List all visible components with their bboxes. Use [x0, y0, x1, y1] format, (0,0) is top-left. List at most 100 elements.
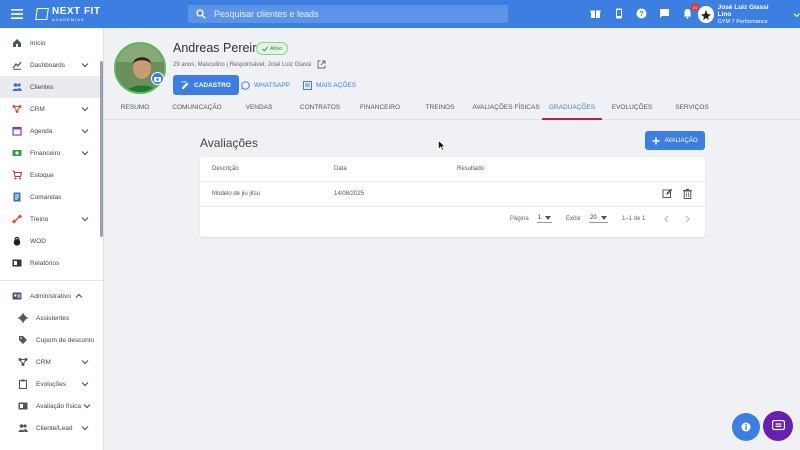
help-icon[interactable]: ? — [634, 6, 648, 20]
list-icon — [303, 80, 312, 90]
sidebar-item-agenda[interactable]: Agenda — [0, 120, 103, 142]
chevron-down-icon — [81, 107, 89, 112]
more-actions-label: MAIS AÇÕES — [316, 81, 357, 89]
page-select[interactable]: 1 — [536, 215, 553, 223]
whatsapp-button[interactable]: WHATSAPP — [241, 75, 290, 95]
page-label: Página — [510, 216, 529, 222]
sidebar-item-label: Início — [30, 39, 46, 47]
report-icon — [18, 401, 28, 411]
client-avatar[interactable] — [114, 42, 166, 94]
sidebar: Início Dashboards Clientes CRM Agenda Fi… — [0, 28, 104, 450]
add-avaliacao-button[interactable]: AVALIAÇÃO — [645, 131, 705, 150]
more-actions-button[interactable]: MAIS AÇÕES — [303, 75, 356, 95]
trash-icon[interactable] — [682, 188, 693, 199]
chevron-down-icon — [81, 217, 89, 222]
svg-text:?: ? — [639, 11, 643, 18]
sidebar-item-label: Clientes — [30, 83, 54, 91]
column-header-descricao[interactable]: Descrição — [212, 166, 239, 172]
tab-resumo[interactable]: RESUMO — [104, 98, 166, 120]
sidebar-item-label: Treino — [30, 215, 49, 223]
tab-financeiro[interactable]: FINANCEIRO — [350, 98, 410, 120]
kettlebell-icon — [12, 236, 22, 246]
sidebar-item-treino[interactable]: Treino — [0, 208, 103, 230]
chevron-left-icon[interactable] — [663, 215, 670, 223]
page-range: 1–1 de 1 — [622, 216, 646, 222]
sidebar-item-comandas[interactable]: Comandas — [0, 186, 103, 208]
sidebar-item-label: Assistentes — [36, 314, 70, 322]
sidebar-scrollbar[interactable] — [100, 61, 103, 237]
sidebar-item-admin-crm[interactable]: CRM — [0, 351, 103, 373]
search-input[interactable]: Pesquisar clientes e leads — [188, 5, 508, 23]
sidebar-item-assistentes[interactable]: Assistentes — [0, 307, 103, 329]
menu-icon[interactable] — [0, 0, 34, 28]
section-title: Avaliações — [200, 136, 258, 150]
mobile-app-icon[interactable] — [611, 6, 625, 20]
tab-comunicacao[interactable]: COMUNICAÇÃO — [166, 98, 228, 120]
cadastro-label: CADASTRO — [194, 81, 231, 89]
table-row[interactable]: Modelo de jiu jitsu 14/08/2025 — [200, 182, 705, 207]
sidebar-item-estoque[interactable]: Estoque — [0, 164, 103, 186]
sidebar-item-label: Agenda — [30, 127, 53, 135]
sidebar-item-cliente-lead[interactable]: Cliente/Lead — [0, 417, 103, 439]
page-size-select[interactable]: 20 — [589, 215, 608, 223]
sidebar-item-financeiro[interactable]: Financeiro — [0, 142, 103, 164]
gift-icon[interactable] — [588, 6, 602, 20]
tab-evolucoes[interactable]: EVOLUÇÕES — [602, 98, 662, 120]
add-avaliacao-label: AVALIAÇÃO — [664, 137, 698, 144]
table-header: Descrição Data Resultado — [200, 157, 705, 182]
chevron-down-icon — [81, 382, 89, 387]
sidebar-item-clientes[interactable]: Clientes — [0, 76, 103, 98]
sidebar-item-inicio[interactable]: Início — [0, 32, 103, 54]
sidebar-item-evolucoes[interactable]: Evoluções — [0, 373, 103, 395]
user-menu[interactable]: José Luiz Giassi Lino GYM 7 Performance — [698, 4, 800, 25]
people-icon — [12, 82, 22, 92]
status-badge: Ativo — [256, 42, 289, 55]
whatsapp-icon — [241, 80, 250, 90]
sidebar-item-administrativo[interactable]: Administrativo — [0, 285, 103, 307]
tab-vendas[interactable]: VENDAS — [228, 98, 290, 120]
gear-icon — [18, 313, 28, 323]
sidebar-item-label: Estoque — [30, 171, 54, 179]
whatsapp-label: WHATSAPP — [254, 81, 290, 89]
gym-logo-icon — [698, 6, 714, 24]
tab-avaliacoes-fisicas[interactable]: AVALIAÇÕES FÍSICAS — [470, 98, 542, 120]
edit-icon[interactable] — [662, 188, 673, 199]
sidebar-item-label: WOD — [30, 237, 46, 245]
cart-icon — [12, 170, 22, 180]
info-fab-button[interactable] — [732, 413, 760, 441]
tab-graduacoes[interactable]: GRADUAÇÕES — [542, 98, 602, 120]
info-icon — [741, 422, 751, 432]
tab-servicos[interactable]: SERVIÇOS — [662, 98, 722, 120]
sidebar-item-label: Comandas — [30, 193, 62, 201]
avaliacoes-table: Descrição Data Resultado Modelo de jiu j… — [200, 157, 705, 237]
cadastro-button[interactable]: CADASTRO — [173, 75, 239, 95]
tab-contratos[interactable]: CONTRATOS — [290, 98, 350, 120]
chat-icon[interactable] — [657, 6, 671, 20]
search-placeholder: Pesquisar clientes e leads — [214, 9, 319, 19]
sidebar-item-label: Evoluções — [36, 380, 66, 388]
camera-icon[interactable] — [151, 72, 164, 85]
external-link-icon[interactable] — [317, 60, 326, 69]
sidebar-item-label: CRM — [36, 358, 51, 366]
sidebar-item-crm[interactable]: CRM — [0, 98, 103, 120]
logo-subtitle: ACADEMIAS — [52, 16, 85, 22]
receipt-icon — [12, 192, 22, 202]
sidebar-item-dashboards[interactable]: Dashboards — [0, 54, 103, 76]
support-chat-button[interactable] — [763, 411, 793, 441]
sidebar-item-avaliacao-fisica[interactable]: Avaliação física — [0, 395, 103, 417]
page-size-value: 20 — [590, 215, 597, 221]
chevron-right-icon[interactable] — [684, 215, 691, 223]
column-header-data[interactable]: Data — [334, 166, 347, 172]
notifications-icon[interactable]: 21 — [680, 3, 699, 20]
tab-treinos[interactable]: TREINOS — [410, 98, 470, 120]
client-info: 29 anos, Masculino | Responsável: José L… — [173, 60, 326, 69]
column-header-resultado[interactable]: Resultado — [457, 166, 484, 172]
dumbbell-icon — [12, 214, 22, 224]
clipboard-icon — [18, 379, 28, 389]
sidebar-item-wod[interactable]: WOD — [0, 230, 103, 252]
chat-bubble-icon — [771, 420, 785, 431]
app-logo[interactable]: NEXT FIT ACADEMIAS — [35, 6, 100, 22]
sidebar-item-cupom[interactable]: Cupom de desconto — [0, 329, 103, 351]
report-icon — [12, 258, 22, 268]
sidebar-item-relatorios[interactable]: Relatórios — [0, 252, 103, 274]
